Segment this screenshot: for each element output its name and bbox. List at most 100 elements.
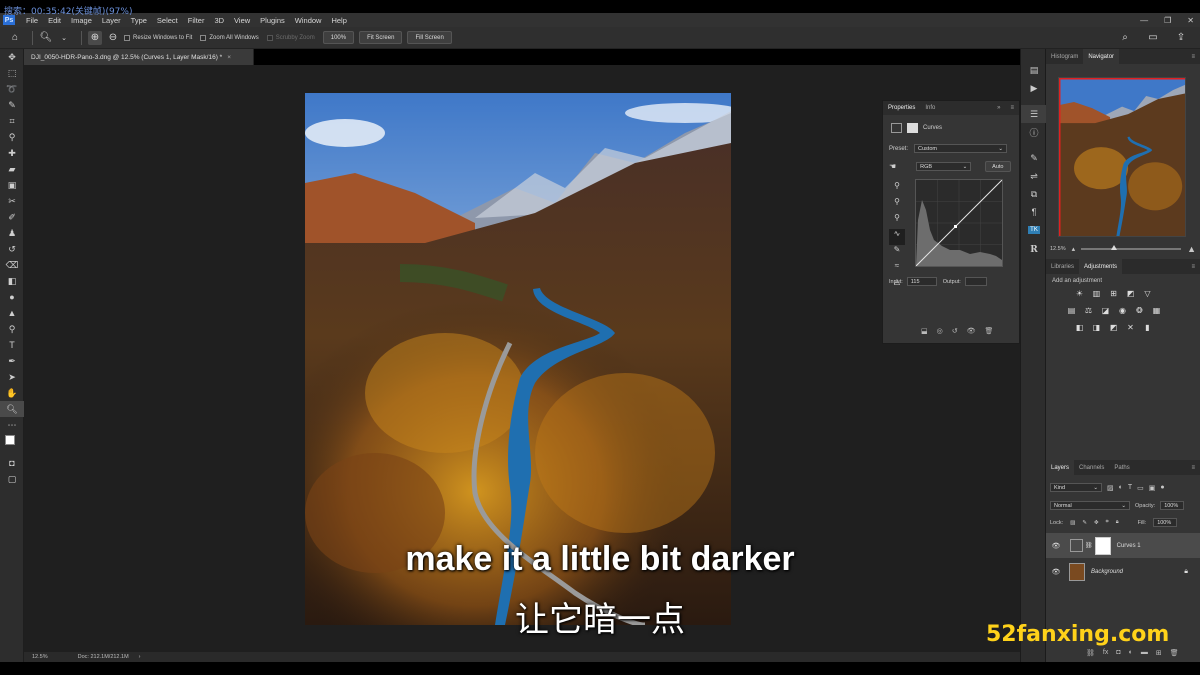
panel-menu-icon[interactable]: ≡ <box>1005 105 1019 111</box>
glyph-icon[interactable]: ¶ <box>1021 203 1047 221</box>
lock-artboard-icon[interactable]: ⌗ <box>1106 519 1109 526</box>
preset-dropdown[interactable]: Custom ⌄ <box>914 144 1008 153</box>
view-previous-icon[interactable]: ◎ <box>937 327 943 335</box>
new-layer-icon[interactable]: ⊞ <box>1156 649 1162 657</box>
filter-pixel-icon[interactable]: ▨ <box>1107 484 1114 492</box>
history-brush-tool-icon[interactable]: ↺ <box>0 241 24 257</box>
zoom-in-icon[interactable]: ⊕ <box>88 30 102 45</box>
vibrance-icon[interactable]: ▽ <box>1140 287 1155 300</box>
lock-transparent-icon[interactable]: ▨ <box>1070 520 1075 526</box>
zoom-all-windows-checkbox[interactable]: Zoom All Windows <box>200 34 259 41</box>
lock-image-icon[interactable]: ✎ <box>1082 520 1087 526</box>
actions-icon[interactable]: ▤ <box>1021 61 1047 79</box>
tab-channels[interactable]: Channels <box>1074 460 1109 475</box>
reset-icon[interactable]: ↺ <box>952 327 958 335</box>
curve-control-point[interactable] <box>954 225 957 228</box>
visibility-icon[interactable]: 👁︎ <box>967 327 976 335</box>
filter-shape-icon[interactable]: ▭ <box>1137 484 1144 492</box>
tk-plugin-icon[interactable]: TK <box>1021 221 1047 239</box>
fx-icon[interactable]: fx <box>1103 649 1108 657</box>
curve-points-icon[interactable]: ∿ <box>889 229 905 245</box>
menu-select[interactable]: Select <box>152 16 183 25</box>
curves-graph[interactable] <box>915 179 1003 267</box>
pencil-draw-icon[interactable]: ✎ <box>889 245 905 261</box>
tab-histogram[interactable]: Histogram <box>1046 49 1083 64</box>
zoom-100-button[interactable]: 100% <box>322 31 355 44</box>
menu-help[interactable]: Help <box>326 16 351 25</box>
menu-view[interactable]: View <box>229 16 255 25</box>
threshold-icon[interactable]: ◩ <box>1106 321 1121 334</box>
close-tab-icon[interactable]: × <box>227 54 231 61</box>
marquee-tool-icon[interactable]: ⬚ <box>0 65 24 81</box>
slider-thumb[interactable] <box>1111 245 1118 250</box>
gradient-map-icon[interactable]: ▮ <box>1140 321 1155 334</box>
black-point-eyedropper-icon[interactable]: ⚲ <box>889 181 905 197</box>
delete-icon[interactable]: 🗑︎ <box>985 327 994 335</box>
zoom-in-mountain-icon[interactable]: ▲ <box>1187 244 1196 254</box>
panel-menu-icon[interactable]: ≡ <box>1186 460 1200 475</box>
adjust-icon[interactable]: ⇌ <box>1021 167 1047 185</box>
filter-adjustment-icon[interactable]: ◐ <box>1119 484 1123 491</box>
levels-icon[interactable]: ▥ <box>1089 287 1104 300</box>
opacity-field[interactable]: 100% <box>1160 501 1185 510</box>
healing-brush-tool-icon[interactable]: ✚ <box>0 145 24 161</box>
zoom-out-mountain-icon[interactable]: ▴ <box>1072 245 1076 253</box>
share-icon[interactable]: ⇪ <box>1174 31 1188 45</box>
eraser-patch-tool-icon[interactable]: ▰ <box>0 161 24 177</box>
fill-screen-button[interactable]: Fill Screen <box>407 31 452 44</box>
tab-properties[interactable]: Properties <box>883 105 920 111</box>
path-select-tool-icon[interactable]: ➤ <box>0 369 24 385</box>
search-icon[interactable]: ⌕ <box>1118 31 1132 45</box>
frame-tool-icon[interactable]: ▣ <box>0 177 24 193</box>
navigator-thumbnail[interactable] <box>1058 77 1186 237</box>
target-adjust-icon[interactable]: ☚ <box>889 162 896 171</box>
sharpen-tool-icon[interactable]: ▲ <box>0 305 24 321</box>
hue-saturation-icon[interactable]: ▤ <box>1064 304 1079 317</box>
panel-menu-icon[interactable]: ≡ <box>1186 259 1200 274</box>
invert-icon[interactable]: ◧ <box>1072 321 1087 334</box>
quick-select-tool-icon[interactable]: ✎ <box>0 97 24 113</box>
selective-color-icon[interactable]: ✕ <box>1123 321 1138 334</box>
screen-mode-icon[interactable]: ▢ <box>0 471 24 487</box>
type-tool-icon[interactable]: T <box>0 337 24 353</box>
new-adjustment-icon[interactable]: ◐ <box>1129 649 1133 657</box>
menu-3d[interactable]: 3D <box>209 16 229 25</box>
channel-mixer-icon[interactable]: ❂ <box>1132 304 1147 317</box>
dodge-tool-icon[interactable]: ⚲ <box>0 321 24 337</box>
panel-collapse-icon[interactable]: » <box>992 105 1005 111</box>
brush-settings-icon[interactable]: ✎ <box>1021 149 1047 167</box>
pen-tool-icon[interactable]: ✒ <box>0 353 24 369</box>
tab-libraries[interactable]: Libraries <box>1046 259 1079 274</box>
channel-dropdown[interactable]: RGB ⌄ <box>916 162 972 171</box>
photo-filter-icon[interactable]: ◉ <box>1115 304 1130 317</box>
fill-field[interactable]: 100% <box>1153 518 1178 527</box>
input-field[interactable]: 115 <box>906 277 937 286</box>
panel-menu-icon[interactable]: ≡ <box>1186 49 1200 64</box>
filter-toggle-icon[interactable]: ● <box>1160 484 1164 491</box>
lock-position-icon[interactable]: ✥ <box>1094 520 1099 526</box>
zoom-out-icon[interactable]: ⊖ <box>106 31 120 45</box>
color-swatches[interactable] <box>0 433 24 455</box>
properties-icon[interactable]: ☰ <box>1021 105 1047 123</box>
quick-mask-icon[interactable]: ◘ <box>0 455 24 471</box>
maximize-icon[interactable]: ❐ <box>1164 16 1171 25</box>
curves-icon[interactable]: ⊞ <box>1106 287 1121 300</box>
status-arrow-icon[interactable]: › <box>139 654 141 660</box>
gray-point-eyedropper-icon[interactable]: ⚲ <box>889 197 905 213</box>
play-icon[interactable]: ▶ <box>1021 79 1047 97</box>
lock-all-icon[interactable]: 🔒︎ <box>1116 519 1119 526</box>
tab-adjustments[interactable]: Adjustments <box>1079 259 1123 274</box>
filter-smart-icon[interactable]: ▣ <box>1149 484 1156 492</box>
output-field[interactable] <box>964 277 987 286</box>
hand-tool-icon[interactable]: ✋ <box>0 385 24 401</box>
minimize-icon[interactable]: — <box>1140 16 1148 25</box>
move-tool-icon[interactable]: ✥ <box>0 49 24 65</box>
menu-plugins[interactable]: Plugins <box>255 16 290 25</box>
resize-windows-checkbox[interactable]: Resize Windows to Fit <box>124 34 192 41</box>
layer-filter-dropdown[interactable]: Kind ⌄ <box>1050 483 1102 492</box>
tab-paths[interactable]: Paths <box>1109 460 1134 475</box>
lasso-tool-icon[interactable]: ➰ <box>0 81 24 97</box>
brightness-contrast-icon[interactable]: ☀ <box>1072 287 1087 300</box>
eyedropper-tool-icon[interactable]: ⚲ <box>0 129 24 145</box>
layer-mask-icon[interactable] <box>907 123 918 133</box>
